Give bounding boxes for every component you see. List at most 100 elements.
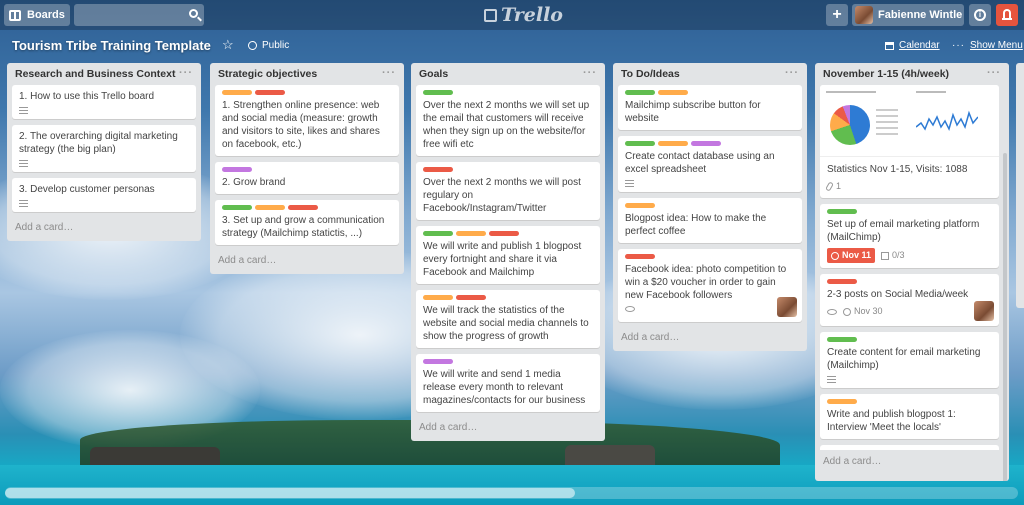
list-menu-icon[interactable]: ··· (583, 67, 597, 79)
card-labels (827, 337, 992, 342)
list-november: November 1-15 (4h/week) ··· Statistics N… (815, 63, 1009, 481)
description-icon (625, 180, 634, 187)
search-icon[interactable] (189, 9, 198, 18)
list-title[interactable]: November 1-15 (4h/week) ··· (815, 63, 1009, 85)
attachment-count: 1 (836, 181, 842, 191)
board-scrollbar-thumb[interactable] (5, 488, 575, 498)
add-button[interactable]: + (826, 4, 848, 26)
list-menu-icon[interactable]: ··· (179, 67, 193, 79)
card-labels (625, 254, 795, 259)
label-orange (658, 141, 688, 146)
card[interactable]: Facebook idea: photo competition to win … (618, 249, 802, 322)
card-labels (827, 209, 992, 214)
calendar-label: Calendar (899, 40, 940, 51)
menu-dots-icon: ··· (952, 40, 965, 51)
logo-text: Trello (501, 4, 563, 26)
card[interactable]: 2. The overarching digital marketing str… (12, 125, 196, 172)
label-red (827, 279, 857, 284)
card-labels (625, 141, 795, 146)
list-title[interactable]: Strategic objectives ··· (210, 63, 404, 85)
trello-logo-icon (484, 8, 497, 22)
visibility-button[interactable]: Public (248, 40, 289, 51)
card-title: Facebook idea: photo competition to win … (625, 264, 787, 301)
add-card-button[interactable]: Add a card… (210, 251, 404, 274)
trello-logo[interactable]: Trello (484, 4, 563, 26)
card[interactable]: We will write and publish 1 blogpost eve… (416, 226, 600, 284)
board-title[interactable]: Tourism Tribe Training Template (12, 38, 211, 53)
card[interactable]: Set up of email marketing platform (Mail… (820, 204, 999, 268)
card-badges: 1 (825, 180, 992, 193)
card[interactable]: Write and publish blogpost 1: Interview … (820, 394, 999, 439)
background-jetty (565, 445, 655, 467)
label-purple (222, 167, 252, 172)
label-green (222, 205, 252, 210)
label-red (288, 205, 318, 210)
clock-icon (843, 307, 851, 316)
label-red (255, 90, 285, 95)
card[interactable]: Create content for email marketing (Mail… (820, 332, 999, 388)
card[interactable]: 1. How to use this Trello board (12, 85, 196, 119)
checklist-icon (881, 251, 890, 260)
label-purple (423, 359, 453, 364)
member-avatar[interactable] (974, 301, 994, 321)
card-labels (625, 203, 795, 208)
card[interactable]: 2-3 posts on Social Media/week Nov 30 (820, 274, 999, 326)
calendar-button[interactable]: Calendar (885, 40, 940, 51)
list-menu-icon[interactable]: ··· (382, 67, 396, 79)
card-labels (827, 399, 992, 404)
list-menu-icon[interactable]: ··· (785, 67, 799, 79)
card[interactable]: 3. Set up and grow a communication strat… (215, 200, 399, 245)
search-input[interactable] (74, 4, 204, 26)
card[interactable]: Over the next 2 months we will post regu… (416, 162, 600, 220)
info-button[interactable]: i (969, 4, 991, 26)
card[interactable]: Over the next 2 months we will set up th… (416, 85, 600, 156)
card[interactable]: 1. Strengthen online presence: web and s… (215, 85, 399, 156)
clock-icon (831, 251, 839, 260)
list-menu-icon[interactable]: ··· (987, 67, 1001, 79)
card-title: Over the next 2 months we will set up th… (423, 100, 590, 150)
list-title[interactable]: To Do/Ideas ··· (613, 63, 807, 85)
list-goals: Goals ··· Over the next 2 months we will… (411, 63, 605, 441)
list-title-text: November 1-15 (4h/week) (823, 68, 950, 80)
checklist-count: 0/3 (892, 250, 905, 260)
card[interactable]: We will track the statistics of the webs… (416, 290, 600, 348)
cover-heading-line (916, 91, 946, 93)
card[interactable] (820, 445, 999, 450)
bell-icon (1002, 9, 1012, 20)
notifications-button[interactable] (996, 4, 1018, 26)
card-title: 3. Set up and grow a communication strat… (222, 215, 385, 239)
due-date-text: Nov 30 (854, 306, 883, 316)
list-scrollbar[interactable] (1003, 153, 1007, 481)
pie-chart-thumbnail (830, 105, 870, 145)
label-red (423, 167, 453, 172)
card-title: Mailchimp subscribe button for website (625, 100, 761, 124)
card[interactable]: Mailchimp subscribe button for website (618, 85, 802, 130)
star-icon[interactable]: ☆ (222, 37, 234, 53)
member-avatar[interactable] (777, 297, 797, 317)
card[interactable]: Create contact database using an excel s… (618, 136, 802, 192)
label-green (827, 209, 857, 214)
card-title: Blogpost idea: How to make the perfect c… (625, 213, 767, 237)
add-card-button[interactable]: Add a card… (613, 328, 807, 351)
add-card-button[interactable]: Add a card… (7, 218, 201, 241)
user-menu-button[interactable]: Fabienne Wintle (852, 4, 964, 26)
card-badges (625, 306, 795, 312)
boards-button[interactable]: Boards (4, 4, 70, 26)
list-title[interactable]: Goals ··· (411, 63, 605, 85)
card-labels (222, 167, 392, 172)
globe-icon (248, 41, 257, 50)
list-title[interactable]: Research and Business Context ··· (7, 63, 201, 85)
add-card-button[interactable]: Add a card… (411, 418, 605, 441)
card[interactable]: 2. Grow brand (215, 162, 399, 194)
card[interactable]: Statistics Nov 1-15, Visits: 1088 1 (820, 85, 999, 198)
show-menu-button[interactable]: ··· Show Menu (952, 40, 1023, 51)
label-orange (456, 231, 486, 236)
card[interactable]: 3. Develop customer personas (12, 178, 196, 212)
label-orange (827, 399, 857, 404)
card[interactable]: We will write and send 1 media release e… (416, 354, 600, 412)
add-card-button[interactable]: Add a card… (815, 450, 1009, 475)
info-icon: i (974, 9, 986, 21)
list-research: Research and Business Context ··· 1. How… (7, 63, 201, 241)
due-date-badge[interactable]: Nov 11 (827, 248, 876, 263)
card[interactable]: Blogpost idea: How to make the perfect c… (618, 198, 802, 243)
